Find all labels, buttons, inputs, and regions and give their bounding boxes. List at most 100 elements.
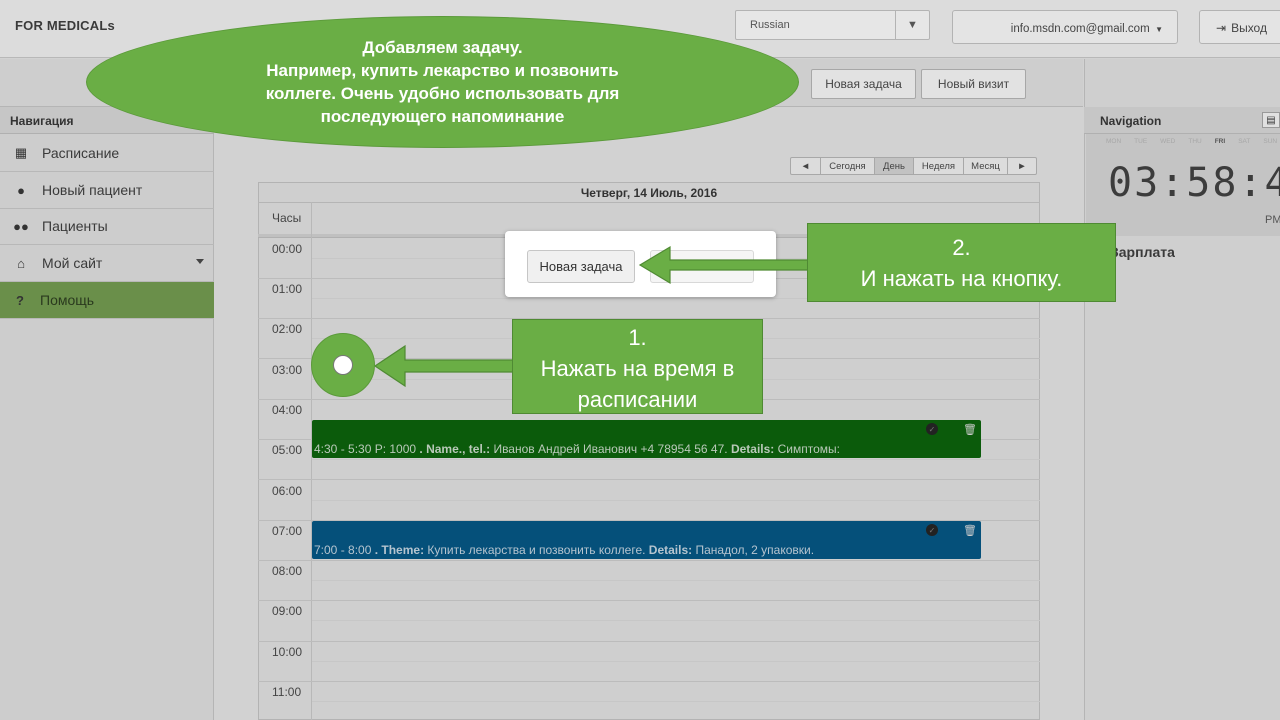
weekday: THU: [1188, 138, 1202, 145]
language-value: Russian: [750, 19, 790, 31]
hour-label: 04:00: [272, 403, 303, 417]
event-value: Купить лекарства и позвонить коллеге.: [424, 543, 649, 557]
hour-label: 06:00: [272, 484, 303, 498]
logout-button[interactable]: ⇥ Выход: [1199, 10, 1280, 44]
half-hour-slot[interactable]: [312, 459, 1040, 460]
event-key: Details:: [648, 543, 693, 557]
sidebar-item-my-site[interactable]: ⌂ Мой сайт: [0, 245, 214, 282]
chevron-down-icon[interactable]: ▼: [895, 11, 929, 39]
sidebar-item-label: Расписание: [42, 145, 120, 161]
sidebar-item-label: Пациенты: [42, 218, 108, 234]
logout-icon: ⇥: [1216, 21, 1227, 35]
language-select[interactable]: Russian ▼: [735, 10, 930, 40]
hour-label: 02:00: [272, 322, 303, 336]
logout-label: Выход: [1231, 21, 1267, 35]
sidebar-item-new-patient[interactable]: ● Новый пациент: [0, 172, 214, 209]
sidebar-item-schedule[interactable]: ▦ Расписание: [0, 135, 214, 172]
weekday: WED: [1160, 138, 1176, 145]
annotation-line: Нажать на время в: [540, 356, 735, 381]
hour-label: 11:00: [272, 685, 302, 699]
sidebar-item-patients[interactable]: ●● Пациенты: [0, 208, 214, 245]
clock-ampm: PM: [1265, 214, 1280, 226]
divider: [311, 202, 312, 720]
brand-logo[interactable]: FOR MEDICALs: [15, 18, 115, 33]
right-panel-header: Navigation: [1084, 107, 1280, 134]
week-view-button[interactable]: Неделя: [914, 158, 964, 174]
sidebar-item-label: Помощь: [40, 292, 95, 308]
hour-label: 00:00: [272, 242, 303, 256]
click-point-icon: [333, 355, 353, 375]
annotation-line: Например, купить лекарство и позвонить: [266, 61, 619, 80]
annotation-line: И нажать на кнопку.: [860, 266, 1063, 291]
annotation-line: коллеге. Очень удобно использовать для: [265, 84, 620, 103]
weekday: MON: [1106, 138, 1122, 145]
trash-icon[interactable]: 🗑: [963, 423, 977, 436]
hour-slot[interactable]: [258, 600, 1040, 601]
hour-label: 07:00: [272, 524, 303, 538]
event-value: Панадол, 2 упаковки.: [692, 543, 815, 557]
users-icon: ●●: [13, 218, 29, 234]
panel-toggle-icon[interactable]: ▤: [1262, 112, 1280, 128]
hour-slot[interactable]: [258, 641, 1040, 642]
half-hour-slot[interactable]: [312, 500, 1040, 501]
hour-label: 01:00: [272, 282, 303, 296]
arrow-left-icon: [638, 245, 809, 285]
hour-label: 08:00: [272, 564, 303, 578]
annotation-line: расписании: [577, 387, 698, 412]
sidebar-item-help[interactable]: ? Помощь: [0, 282, 214, 319]
new-task-button[interactable]: Новая задача: [811, 69, 916, 99]
hour-label: 10:00: [272, 645, 303, 659]
annotation-ellipse: Добавляем задачу. Например, купить лекар…: [86, 16, 799, 148]
check-icon[interactable]: ✓: [926, 423, 938, 435]
weekday-active: FRI: [1214, 138, 1226, 145]
divider: [258, 202, 1040, 203]
trash-icon[interactable]: 🗑: [963, 524, 977, 537]
click-target-marker: [311, 333, 375, 397]
weekday: SUN: [1263, 138, 1278, 145]
arrow-left-icon: [373, 344, 515, 388]
hour-label: 03:00: [272, 363, 303, 377]
annotation-line: Добавляем задачу.: [362, 38, 523, 57]
event-key: . Name., tel.:: [419, 442, 491, 456]
home-icon: ⌂: [17, 255, 25, 271]
hour-label: 05:00: [272, 443, 303, 457]
hour-slot[interactable]: [258, 681, 1040, 682]
user-menu[interactable]: info.msdn.com@gmail.com ▼: [952, 10, 1178, 44]
next-button[interactable]: ►: [1008, 158, 1036, 174]
calendar-event[interactable]: 7:00 - 8:00 . Theme: Купить лекарства и …: [312, 521, 981, 559]
event-key: . Theme:: [374, 543, 425, 557]
caret-down-icon: [196, 259, 204, 264]
hour-slot[interactable]: [258, 560, 1040, 561]
day-view-button[interactable]: День: [875, 158, 914, 174]
half-hour-slot[interactable]: [312, 580, 1040, 581]
today-button[interactable]: Сегодня: [821, 158, 875, 174]
calendar-icon: ▦: [14, 145, 28, 160]
prev-button[interactable]: ◄: [791, 158, 821, 174]
event-time: 4:30 - 5:30: [314, 442, 372, 456]
popup-new-task-button[interactable]: Новая задача: [527, 250, 635, 283]
sidebar-item-label: Мой сайт: [42, 255, 103, 271]
question-icon: ?: [16, 292, 24, 308]
half-hour-slot[interactable]: [312, 620, 1040, 621]
weekday: SAT: [1238, 138, 1251, 145]
calendar-event[interactable]: 4:30 - 5:30 P: 1000 . Name., tel.: Ивано…: [312, 420, 981, 458]
annotation-step-2: 2. И нажать на кнопку.: [807, 223, 1116, 302]
weekday-row: MON TUE WED THU FRI SAT SUN: [1106, 138, 1277, 145]
hour-slot[interactable]: [258, 479, 1040, 480]
calendar-nav: ◄ Сегодня День Неделя Месяц ►: [790, 157, 1037, 175]
half-hour-slot[interactable]: [312, 661, 1040, 662]
new-visit-button[interactable]: Новый визит: [921, 69, 1026, 99]
half-hour-slot[interactable]: [312, 701, 1040, 702]
salary-link[interactable]: Зарплата: [1110, 244, 1175, 260]
user-email: info.msdn.com@gmail.com: [1010, 23, 1150, 35]
event-value: Иванов Андрей Иванович +4 78954 56 47.: [490, 442, 731, 456]
annotation-line: последующего напоминание: [320, 107, 565, 126]
check-icon[interactable]: ✓: [926, 524, 938, 536]
event-time: 7:00 - 8:00: [314, 543, 372, 557]
event-key: Details:: [730, 442, 775, 456]
annotation-line: 1.: [628, 325, 647, 350]
user-icon: ●: [17, 182, 25, 198]
event-value: Симптомы:: [774, 442, 840, 456]
event-price: P: 1000: [371, 442, 420, 456]
month-view-button[interactable]: Месяц: [964, 158, 1008, 174]
